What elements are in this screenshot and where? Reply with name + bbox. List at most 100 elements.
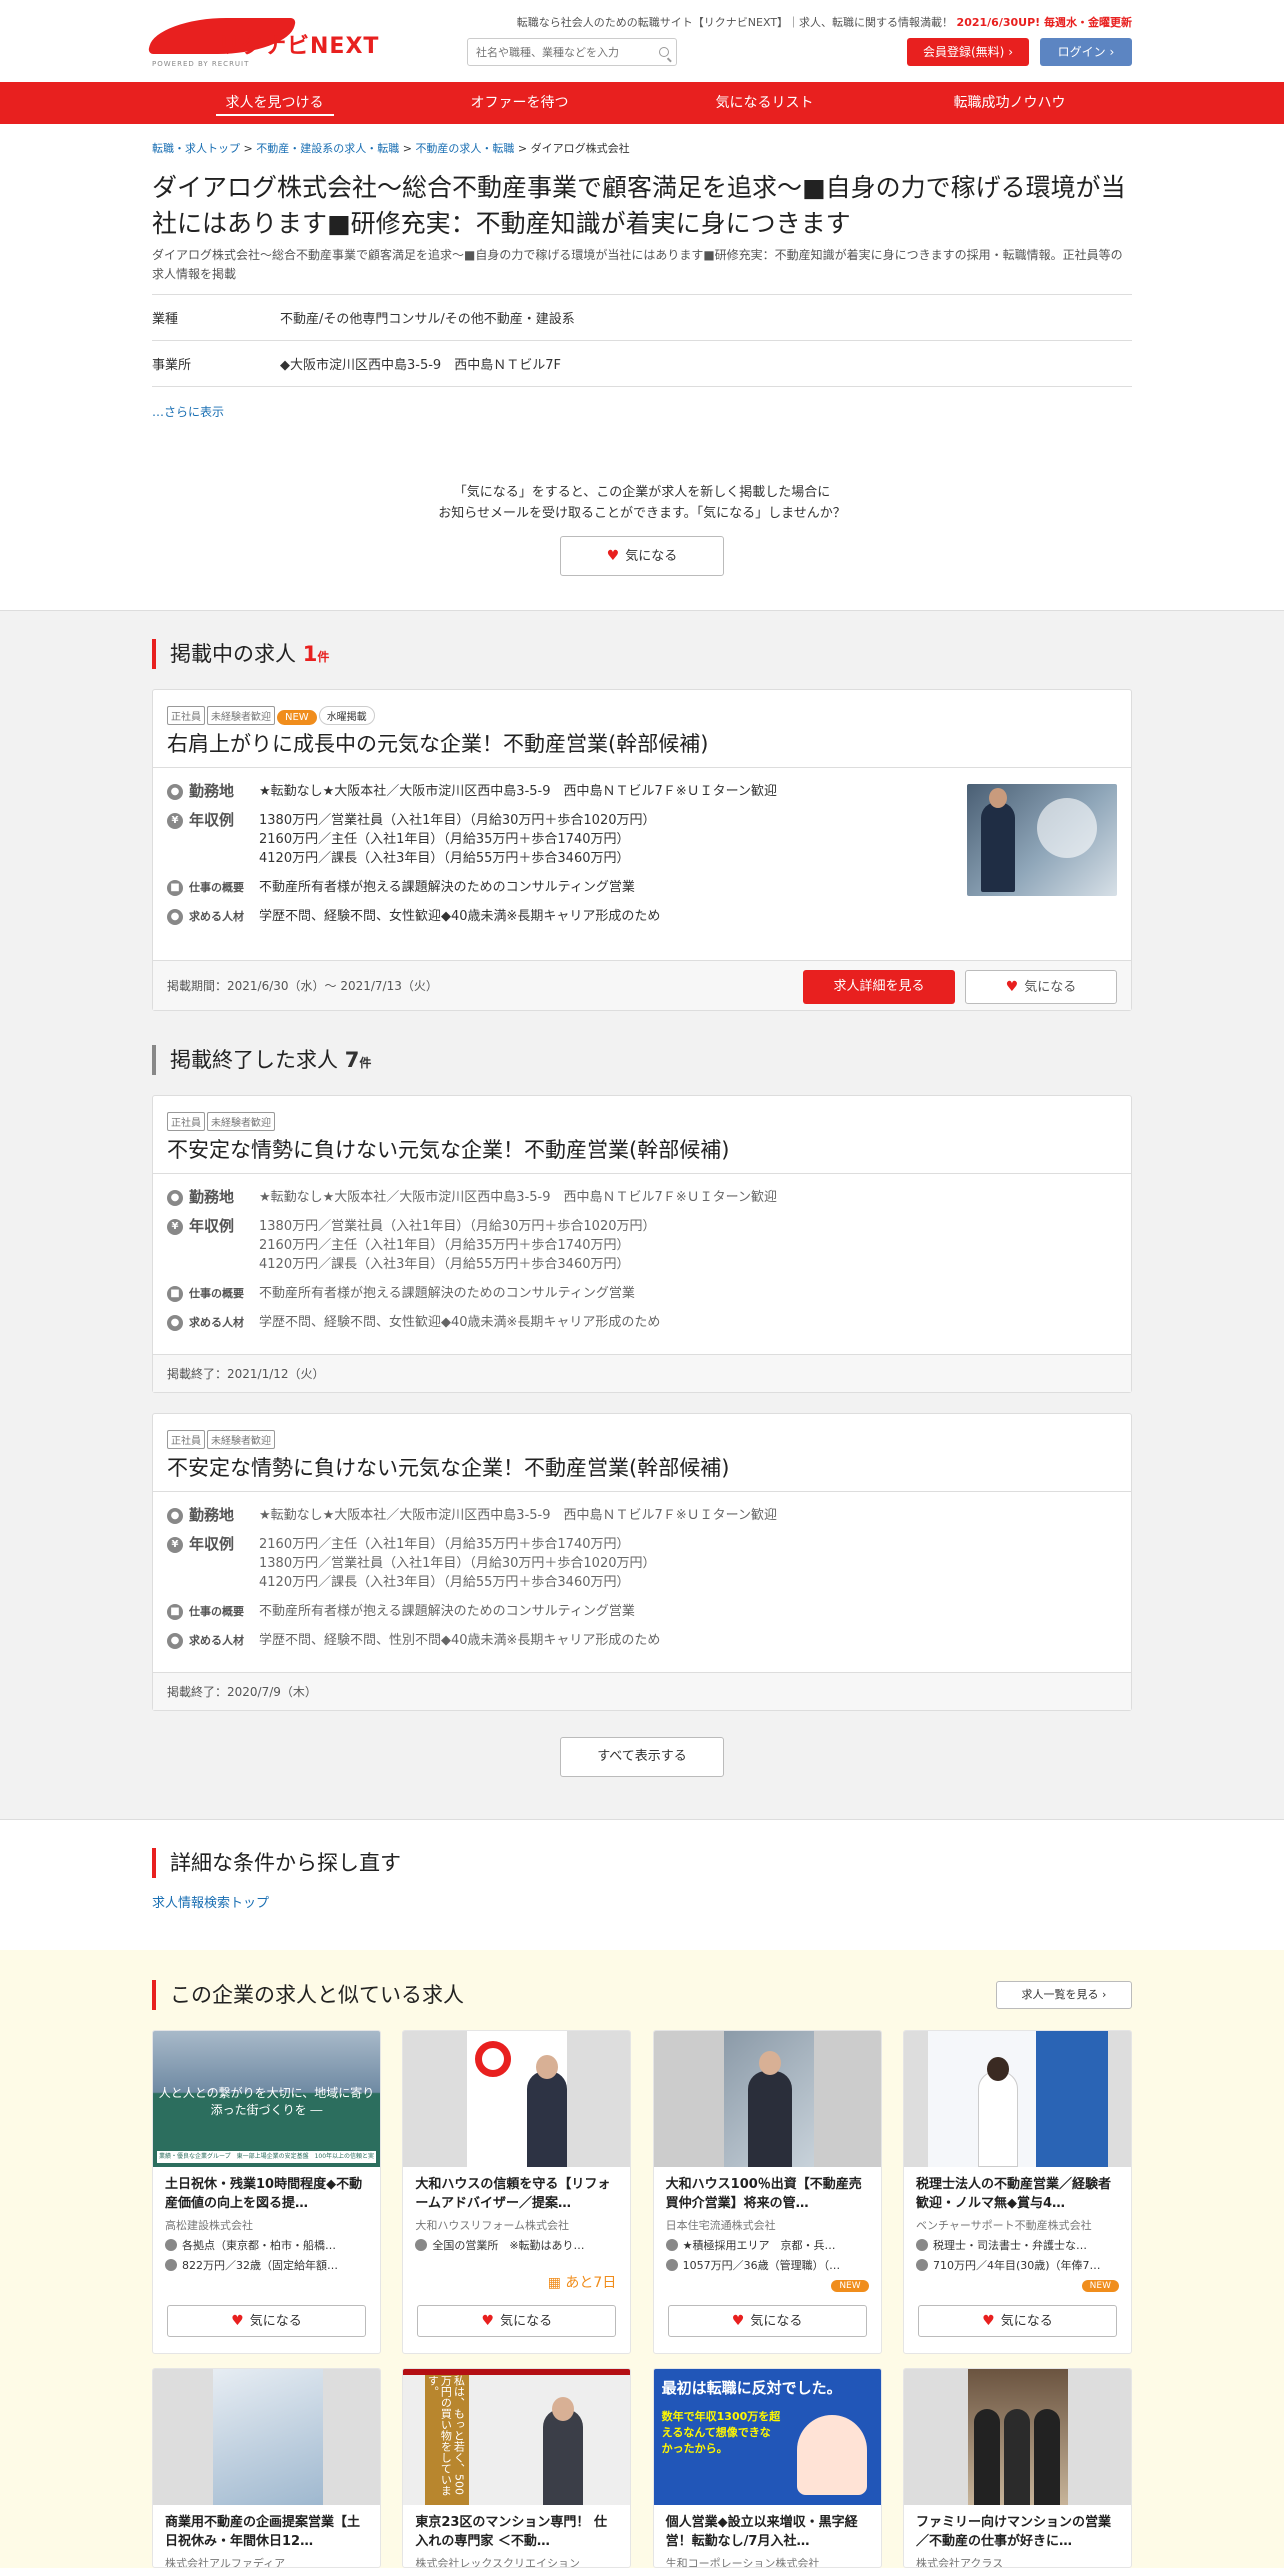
card-company: 大和ハウスリフォーム株式会社: [415, 2219, 569, 2232]
active-job-card[interactable]: 正社員 未経験者歓迎 NEW 水曜掲載 右肩上がりに成長中の元気な企業！不動産営業(幹…: [152, 689, 1132, 1011]
info-value: ◆大阪市淀川区西中島3-5-9 西中島ＮＴビル7F: [280, 358, 561, 373]
detail-label: 求人詳細を見る: [833, 979, 925, 994]
breadcrumb: 転職・求人トップ > 不動産・建設系の求人・転職 > 不動産の求人・転職 > ダ…: [152, 142, 630, 155]
info-key: 業種: [152, 312, 179, 327]
job-salary-row: ¥ 年収例 1380万円／営業社員（入社1年目）（月給30万円＋歩合1020万円） 2…: [167, 1217, 1117, 1274]
nav-wait-offer[interactable]: オファーを待つ: [397, 82, 642, 124]
ended-job-card[interactable]: 正社員 未経験者歓迎 不安定な情勢に負けない元気な企業！不動産営業(幹部候補) ●…: [152, 1413, 1132, 1711]
ended-job-card[interactable]: 正社員 未経験者歓迎 不安定な情勢に負けない元気な企業！不動産営業(幹部候補) ●…: [152, 1095, 1132, 1393]
similar-job-card[interactable]: 大和ハウス100％出資【不動産売買仲介営業】将来の管… 日本住宅流通株式会社 ★…: [652, 2030, 882, 2354]
job-title[interactable]: 不安定な情勢に負けない元気な企業！不動産営業(幹部候補): [153, 1448, 1131, 1492]
similar-job-card[interactable]: ファミリー向けマンションの営業／不動産の仕事が好きに… 株式会社アクラス: [902, 2368, 1132, 2568]
company-description: ダイアログ株式会社～総合不動産事業で顧客満足を追求～■自身の力で稼げる環境が当社…: [152, 248, 1123, 281]
card-title[interactable]: 個人営業◆設立以来増収・黒字経営！転勤なし/7月入社…: [654, 2505, 881, 2553]
job-salary-row: ¥ 年収例 2160万円／主任（入社1年目）（月給35万円＋歩合1740万円） 138…: [167, 1535, 1117, 1592]
similar-jobs-grid: 人と人との繋がりを大切に、地域に寄り添った街づくりを ― 業績・優良な企業グルー…: [152, 2030, 1132, 2568]
job-photo: [967, 784, 1117, 896]
site-logo[interactable]: リクナビNEXT POWERED BY RECRUIT: [147, 12, 402, 70]
image-subcaption: 業績・優良な企業グループ 東一部上場企業の安定基盤 100年以上の信頼と実績: [157, 2151, 376, 2163]
tag-inexperienced-ok: 未経験者歓迎: [207, 1112, 275, 1131]
card-title[interactable]: 商業用不動産の企画提案営業【土日祝休み・年間休日12…: [153, 2505, 380, 2553]
job-location-row: ● 勤務地 ★転勤なし★大阪本社／大阪市淀川区西中島3-5-9 西中島ＮＴビル7Ｆ※…: [167, 1506, 1117, 1525]
card-favorite-button[interactable]: ♥ 気になる: [417, 2305, 617, 2337]
job-title[interactable]: 不安定な情勢に負けない元気な企業！不動産営業(幹部候補): [153, 1130, 1131, 1174]
tag-fulltime: 正社員: [167, 1112, 205, 1131]
job-location-row: ● 勤務地 ★転勤なし★大阪本社／大阪市淀川区西中島3-5-9 西中島ＮＴビル7Ｆ※…: [167, 1188, 1117, 1207]
breadcrumb-realestate-construction[interactable]: 不動産・建設系の求人・転職: [256, 142, 399, 155]
location-icon: [165, 2239, 177, 2251]
info-row-industry: 業種 不動産/その他専門コンサル/その他不動産・建設系: [152, 295, 1132, 341]
job-salary: 1380万円／営業社員（入社1年目）（月給30万円＋歩合1020万円） 2160万…: [259, 813, 656, 866]
job-detail-button[interactable]: 求人詳細を見る: [803, 970, 955, 1004]
tag-inexperienced-ok: 未経験者歓迎: [207, 1430, 275, 1449]
search-top-link[interactable]: 求人情報検索トップ: [152, 1892, 1132, 1911]
breadcrumb-current: ダイアログ株式会社: [530, 142, 630, 155]
search-again-heading: 詳細な条件から探し直す: [152, 1848, 1132, 1878]
favorite-label: 気になる: [1024, 980, 1077, 995]
nav-knowhow[interactable]: 転職成功ノウハウ: [887, 82, 1132, 124]
tagline-text: 転職なら社会人のための転職サイト【リクナビNEXT】｜求人、転職に関する情報満載…: [516, 16, 954, 29]
card-title[interactable]: 大和ハウス100％出資【不動産売買仲介営業】将来の管…: [654, 2167, 881, 2215]
image-caption: 私は、もっと若く、500万円の買い物をしています。: [425, 2369, 470, 2505]
job-location: ★転勤なし★大阪本社／大阪市淀川区西中島3-5-9 西中島ＮＴビル7Ｆ※ＵＩター…: [259, 1508, 778, 1523]
header-tagline: 転職なら社会人のための転職サイト【リクナビNEXT】｜求人、転職に関する情報満載…: [517, 14, 1132, 30]
job-location-row: ● 勤務地 ★転勤なし★大阪本社／大阪市淀川区西中島3-5-9 西中島ＮＴビル7Ｆ※…: [167, 782, 919, 801]
company-info-table: 業種 不動産/その他専門コンサル/その他不動産・建設系 事業所 ◆大阪市淀川区西…: [152, 294, 1132, 387]
image-subcaption: 数年で年収1300万を超えるなんて想像できなかったから。: [661, 2410, 781, 2455]
job-requirement: 学歴不問、経験不問、女性歓迎◆40歳未満※長期キャリア形成のため: [259, 909, 661, 924]
list-label: 求人一覧を見る: [1021, 1988, 1099, 2001]
company-favorite-button[interactable]: ♥ 気になる: [560, 536, 724, 576]
nav-favorites[interactable]: 気になるリスト: [642, 82, 887, 124]
card-title[interactable]: 東京23区のマンション専門！ 仕入れの専門家 ＜不動…: [403, 2505, 630, 2553]
similar-job-card[interactable]: 大和ハウスの信頼を守る【リフォームアドバイザー／提案… 大和ハウスリフォーム株式…: [402, 2030, 632, 2354]
search-input[interactable]: [468, 39, 648, 65]
card-favorite-button[interactable]: ♥ 気になる: [167, 2305, 366, 2337]
similar-job-card[interactable]: 商業用不動産の企画提案営業【土日祝休み・年間休日12… 株式会社アルファディア: [152, 2368, 381, 2568]
card-favorite-button[interactable]: ♥ 気になる: [667, 2305, 867, 2337]
global-nav: 求人を見つける オファーを待つ 気になるリスト 転職成功ノウハウ: [0, 82, 1284, 124]
card-title[interactable]: 大和ハウスの信頼を守る【リフォームアドバイザー／提案…: [403, 2167, 630, 2215]
job-list-button[interactable]: 求人一覧を見る ›: [996, 1981, 1132, 2009]
similar-job-card[interactable]: 人と人との繋がりを大切に、地域に寄り添った街づくりを ― 業績・優良な企業グルー…: [152, 2030, 381, 2354]
job-requirement: 学歴不問、経験不問、女性歓迎◆40歳未満※長期キャリア形成のため: [259, 1315, 661, 1330]
show-all-button[interactable]: すべて表示する: [560, 1737, 724, 1777]
job-favorite-button[interactable]: ♥ 気になる: [965, 970, 1117, 1004]
card-title[interactable]: 税理士法人の不動産営業／経験者歓迎・ノルマ無◆賞与4…: [904, 2167, 1131, 2215]
card-location: 全国の営業所 ※転勤はあり…: [403, 2233, 630, 2253]
location-icon: ●: [167, 1190, 183, 1206]
nav-label: 求人を見つける: [215, 95, 334, 116]
nav-find-jobs[interactable]: 求人を見つける: [152, 82, 397, 124]
card-favorite-button[interactable]: ♥ 気になる: [917, 2305, 1117, 2337]
similar-job-card[interactable]: 私は、もっと若く、500万円の買い物をしています。 東京23区のマンション専門！…: [402, 2368, 632, 2568]
location-icon: ●: [167, 784, 183, 800]
favorite-prompt-line2: お知らせメールを受け取ることができます。「気になる」しませんか？: [438, 506, 846, 521]
briefcase-icon: ■: [167, 1604, 183, 1620]
heart-icon: ♥: [606, 548, 620, 564]
show-more-link[interactable]: …さらに表示: [152, 403, 1132, 420]
job-image: [903, 2369, 1131, 2505]
job-tags: 正社員 未経験者歓迎: [153, 1096, 1131, 1131]
card-title[interactable]: 土日祝休・残業10時間程度◆不動産価値の向上を図る提…: [153, 2167, 380, 2215]
job-image: 人と人との繋がりを大切に、地域に寄り添った街づくりを ― 業績・優良な企業グルー…: [153, 2031, 380, 2167]
yen-icon: [665, 2259, 678, 2271]
search-icon[interactable]: [659, 47, 669, 57]
breadcrumb-top[interactable]: 転職・求人トップ: [152, 142, 240, 155]
similar-job-card[interactable]: 税理士法人の不動産営業／経験者歓迎・ノルマ無◆賞与4… ベンチャーサポート不動産…: [902, 2030, 1132, 2354]
card-salary: 710万円／4年目(30歳)（年俸7…: [904, 2253, 1131, 2273]
similar-job-card[interactable]: 最初は転職に反対でした。 数年で年収1300万を超えるなんて想像できなかったから…: [652, 2368, 882, 2568]
yen-icon: ¥: [167, 1537, 183, 1553]
company-section: 転職・求人トップ > 不動産・建設系の求人・転職 > 不動産の求人・転職 > ダ…: [152, 140, 1132, 576]
job-tags: 正社員 未経験者歓迎: [153, 1414, 1131, 1449]
ended-jobs-heading: 掲載終了した求人 7件: [152, 1045, 1132, 1075]
job-work: 不動産所有者様が抱える課題解決のためのコンサルティング営業: [259, 1286, 635, 1301]
card-title[interactable]: ファミリー向けマンションの営業／不動産の仕事が好きに…: [904, 2505, 1131, 2553]
job-image: 私は、もっと若く、500万円の買い物をしています。: [403, 2369, 631, 2505]
job-title[interactable]: 右肩上がりに成長中の元気な企業！不動産営業(幹部候補): [153, 724, 1131, 768]
login-button[interactable]: ログイン ›: [1040, 38, 1132, 66]
register-button[interactable]: 会員登録(無料) ›: [907, 38, 1029, 66]
search-again-section: 詳細な条件から探し直す 求人情報検索トップ: [152, 1848, 1132, 1911]
job-footer: 掲載終了：2021/1/12（火）: [153, 1354, 1131, 1392]
tag-wednesday: 水曜掲載: [318, 706, 375, 725]
favorite-label: 気になる: [625, 549, 678, 564]
breadcrumb-realestate[interactable]: 不動産の求人・転職: [415, 142, 514, 155]
